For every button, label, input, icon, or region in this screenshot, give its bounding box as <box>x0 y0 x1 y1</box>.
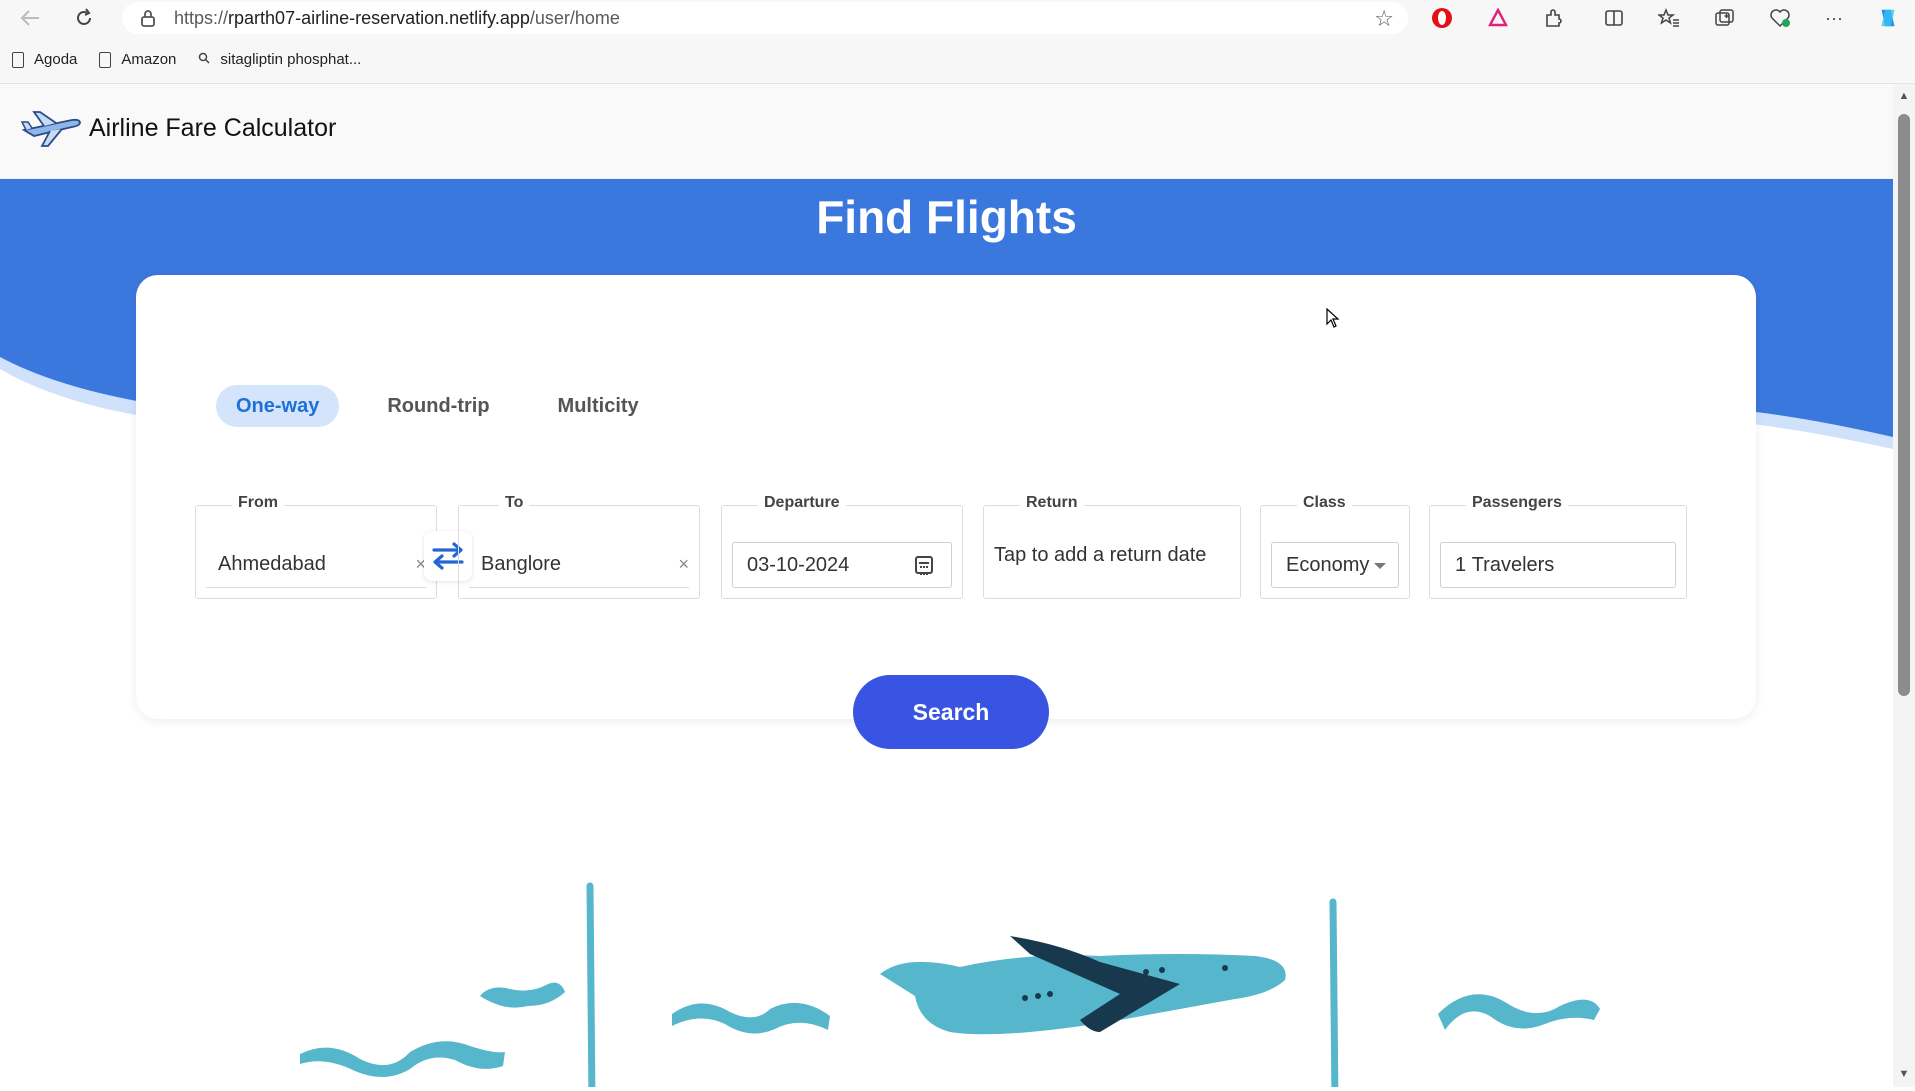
tab-one-way[interactable]: One-way <box>216 385 340 427</box>
page-scrollbar[interactable]: ▲ ▼ <box>1893 84 1915 1087</box>
to-field: To Banglore × <box>458 494 700 599</box>
tab-round-trip[interactable]: Round-trip <box>367 385 509 427</box>
passengers-input[interactable]: 1 Travelers <box>1440 542 1676 588</box>
mouse-cursor-icon <box>1326 307 1340 333</box>
from-value: Ahmedabad <box>218 553 326 575</box>
copilot-icon[interactable] <box>1876 6 1900 30</box>
lock-icon <box>140 9 156 27</box>
scroll-down-icon[interactable]: ▼ <box>1898 1068 1910 1080</box>
trip-type-tabs: One-way Round-trip Multicity <box>216 385 687 427</box>
collections-icon[interactable] <box>1713 6 1737 30</box>
opera-icon[interactable] <box>1430 6 1454 30</box>
adobe-icon[interactable] <box>1486 6 1510 30</box>
reload-icon[interactable] <box>70 4 98 32</box>
bookmark-amazon[interactable]: Amazon <box>99 51 176 68</box>
favorite-star-icon[interactable]: ☆ <box>1374 6 1394 32</box>
chevron-down-icon <box>1374 563 1386 569</box>
app-header: Airline Fare Calculator <box>0 84 1893 179</box>
passengers-field: Passengers 1 Travelers <box>1429 494 1687 599</box>
from-field: From Ahmedabad × <box>195 494 437 599</box>
page-icon <box>99 51 112 68</box>
bookmark-label: Agoda <box>34 51 78 68</box>
departure-date-input[interactable]: 03-10-2024 <box>732 542 952 588</box>
return-placeholder[interactable]: Tap to add a return date <box>994 544 1206 567</box>
search-icon <box>198 52 210 67</box>
browser-health-icon[interactable] <box>1768 6 1792 30</box>
search-button[interactable]: Search <box>853 675 1049 749</box>
page-icon <box>12 51 24 68</box>
class-field: Class Economy <box>1260 494 1410 599</box>
class-label: Class <box>1297 494 1352 512</box>
address-bar[interactable]: https://rparth07-airline-reservation.net… <box>122 2 1408 34</box>
scroll-up-icon[interactable]: ▲ <box>1898 90 1910 102</box>
departure-label: Departure <box>758 494 846 512</box>
more-menu-icon[interactable]: ··· <box>1822 6 1846 30</box>
to-input[interactable]: Banglore × <box>469 542 689 588</box>
from-input[interactable]: Ahmedabad × <box>206 542 426 588</box>
class-select[interactable]: Economy <box>1271 542 1399 588</box>
url-domain: rparth07-airline-reservation.netlify.app <box>228 7 530 28</box>
bookmark-label: sitagliptin phosphat... <box>220 51 362 68</box>
url-prefix: https:// <box>174 7 229 28</box>
page-content: Airline Fare Calculator Find Flights One… <box>0 84 1893 1087</box>
split-screen-icon[interactable] <box>1602 6 1626 30</box>
url-path: /user/home <box>529 7 620 28</box>
search-card: One-way Round-trip Multicity From Ahmeda… <box>136 275 1756 749</box>
airplane-logo-icon[interactable] <box>20 110 84 150</box>
clear-to-icon[interactable]: × <box>678 554 689 575</box>
return-label: Return <box>1020 494 1084 512</box>
extensions-icon[interactable] <box>1541 6 1565 30</box>
airplane-illustration <box>0 784 1893 1087</box>
passenger-count: 1 <box>1455 553 1467 576</box>
bookmark-label: Amazon <box>121 51 177 68</box>
to-label: To <box>499 494 530 512</box>
from-label: From <box>232 494 284 512</box>
class-value: Economy <box>1286 553 1370 576</box>
departure-value: 03-10-2024 <box>747 553 850 576</box>
hero-title: Find Flights <box>816 191 1077 243</box>
browser-toolbar: https://rparth07-airline-reservation.net… <box>0 0 1915 36</box>
tab-multicity[interactable]: Multicity <box>538 385 659 427</box>
bookmarks-bar: Agoda Amazon sitagliptin phosphat... <box>0 36 1915 84</box>
departure-field: Departure 03-10-2024 <box>721 494 963 599</box>
passenger-unit: Travelers <box>1471 553 1555 576</box>
app-title[interactable]: Airline Fare Calculator <box>89 114 336 143</box>
bookmark-agoda[interactable]: Agoda <box>12 51 77 68</box>
return-field[interactable]: Return Tap to add a return date <box>983 494 1241 599</box>
back-arrow-icon[interactable] <box>16 4 44 32</box>
to-value: Banglore <box>481 553 562 575</box>
calendar-icon[interactable] <box>915 556 933 575</box>
passengers-label: Passengers <box>1466 494 1568 512</box>
bookmark-search[interactable]: sitagliptin phosphat... <box>198 51 361 68</box>
favorites-icon[interactable] <box>1657 6 1681 30</box>
scrollbar-thumb[interactable] <box>1898 114 1910 696</box>
